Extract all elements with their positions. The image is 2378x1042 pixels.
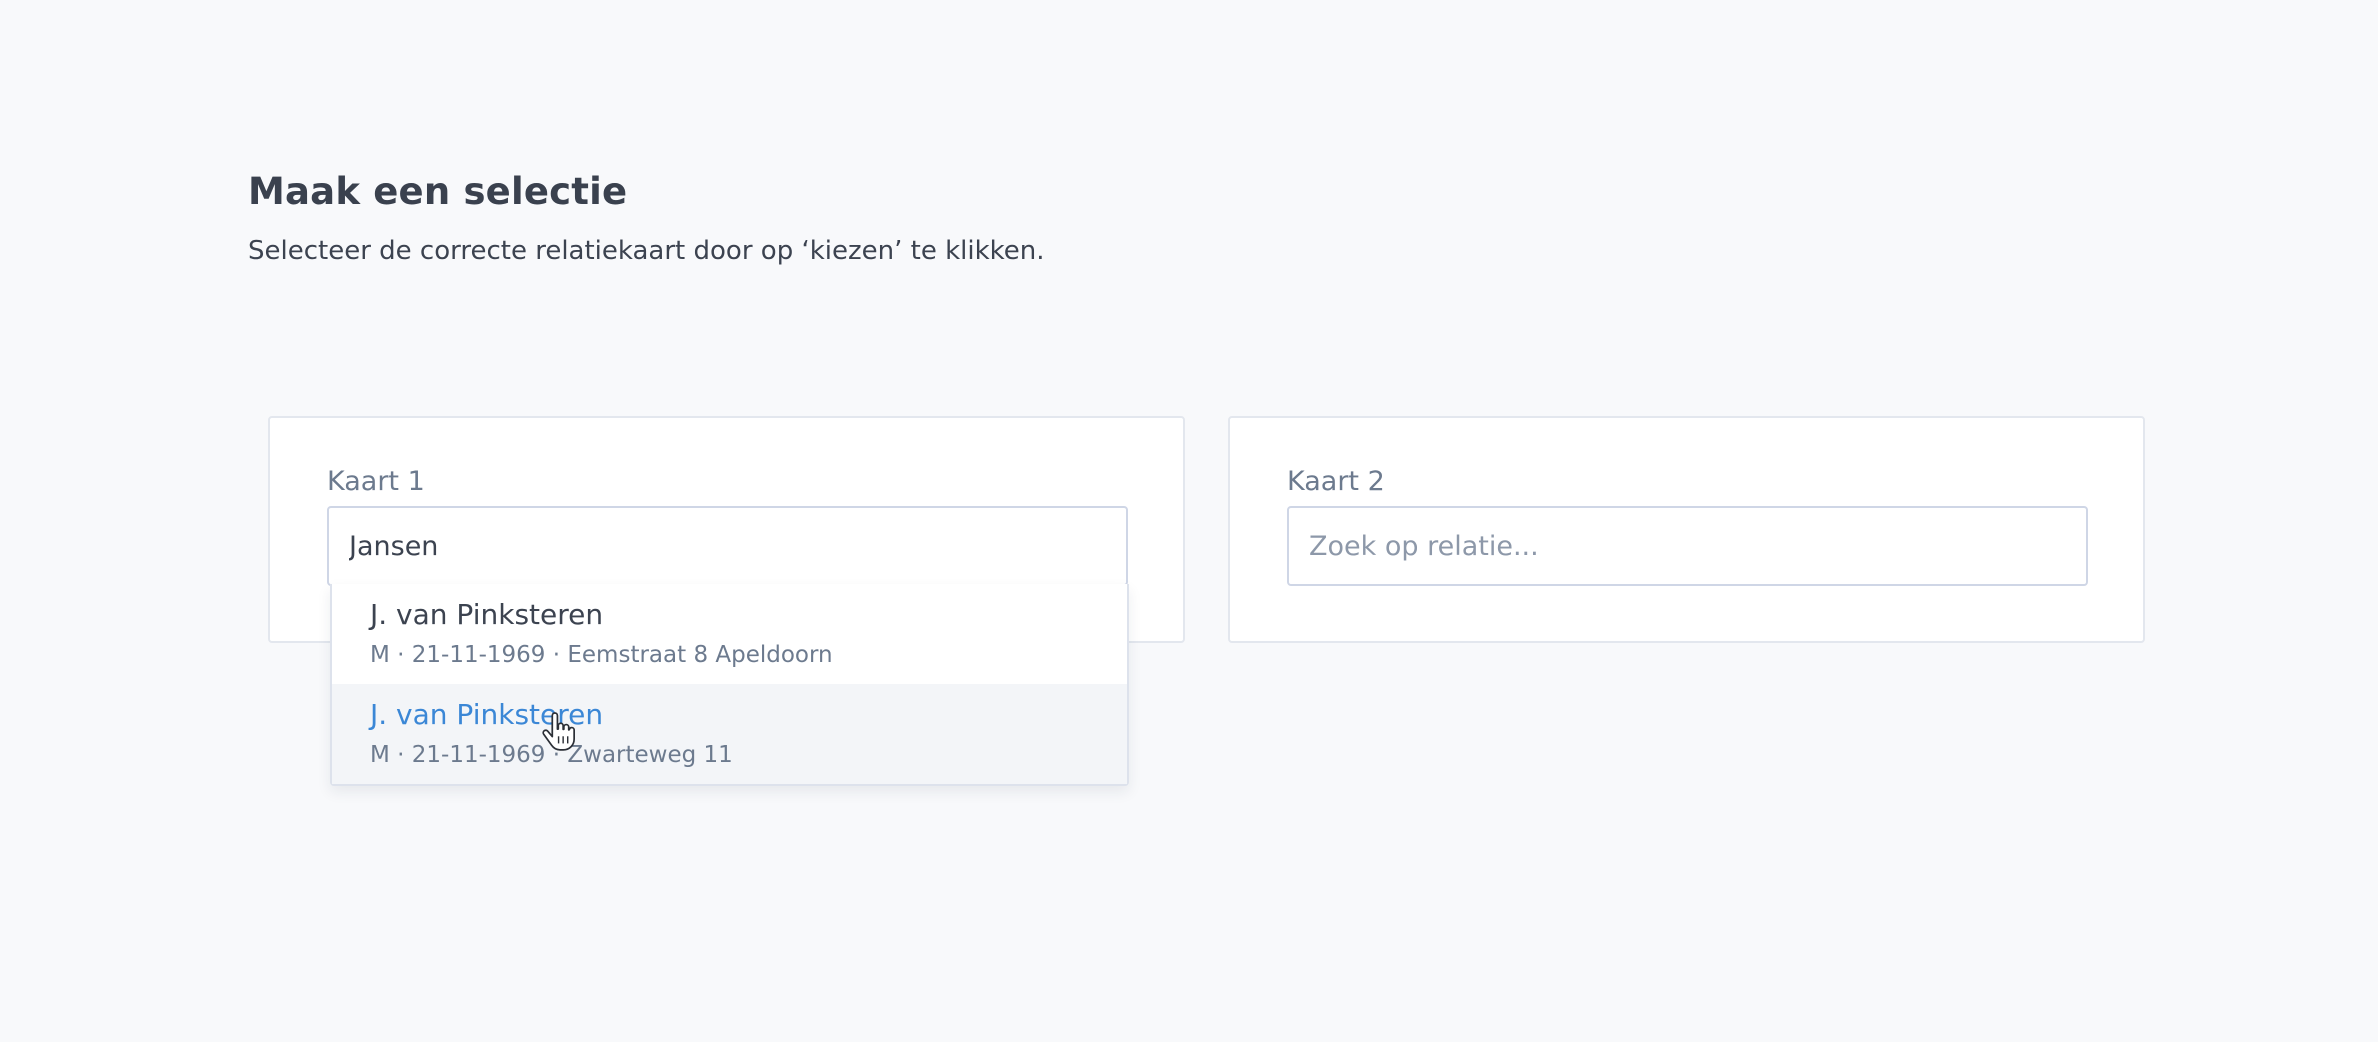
- card-1-label: Kaart 1: [327, 466, 425, 497]
- result-option-name: J. van Pinksteren: [370, 698, 604, 731]
- page-subtitle: Selecteer de correcte relatiekaart door …: [248, 236, 1045, 266]
- result-option-detail: M · 21-11-1969 · Eemstraat 8 Apeldoorn: [370, 642, 833, 668]
- result-option-name: J. van Pinksteren: [370, 598, 604, 631]
- page: Maak een selectie Selecteer de correcte …: [0, 0, 2378, 1042]
- result-option-2[interactable]: J. van Pinksteren M · 21-11-1969 · Zwart…: [332, 684, 1127, 784]
- search-results-dropdown: J. van Pinksteren M · 21-11-1969 · Eemst…: [330, 584, 1129, 786]
- card-2-search-input[interactable]: [1287, 506, 2088, 586]
- page-title: Maak een selectie: [248, 170, 628, 213]
- card-1-search-input[interactable]: [327, 506, 1128, 586]
- result-option-detail: M · 21-11-1969 · Zwarteweg 11: [370, 742, 733, 768]
- result-option-1[interactable]: J. van Pinksteren M · 21-11-1969 · Eemst…: [332, 584, 1127, 684]
- card-kaart-2: Kaart 2: [1228, 416, 2145, 643]
- card-2-label: Kaart 2: [1287, 466, 1385, 497]
